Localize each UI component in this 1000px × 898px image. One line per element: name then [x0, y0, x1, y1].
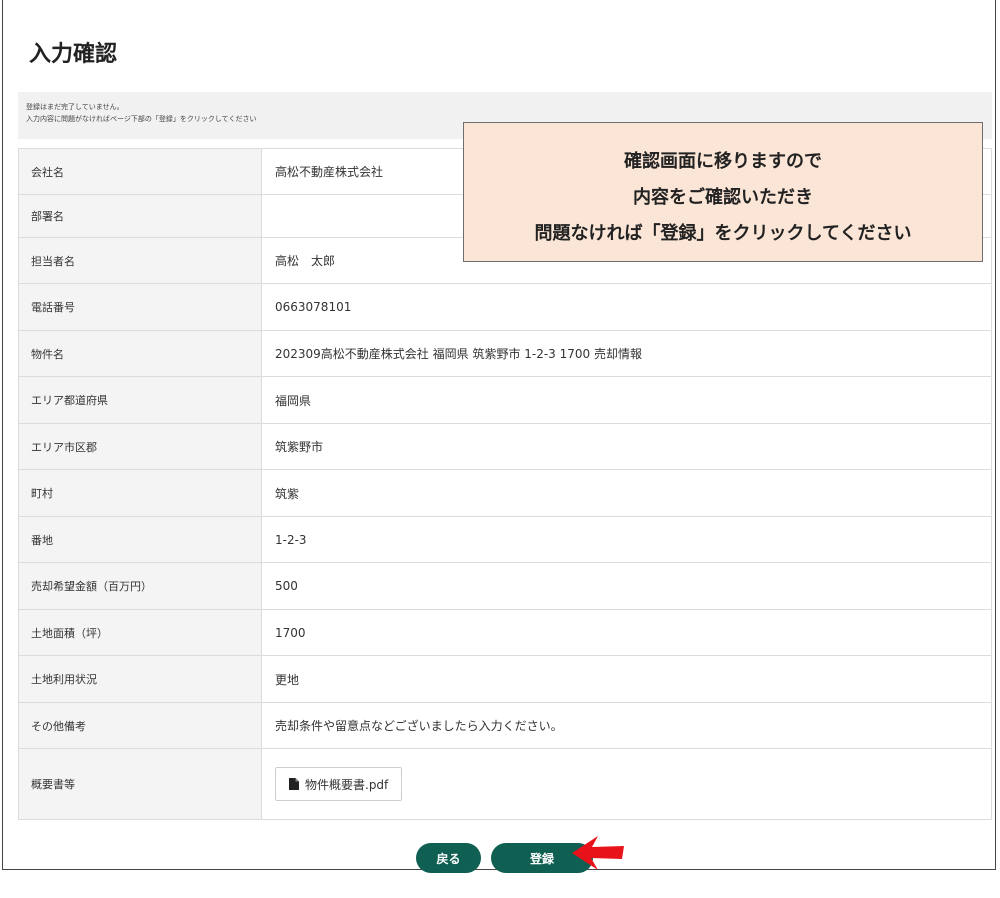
- field-label: 会社名: [19, 149, 262, 194]
- field-value: 筑紫: [275, 486, 300, 501]
- row-land-use: 土地利用状況 更地: [19, 656, 991, 703]
- instruction-callout: 確認画面に移りますので 内容をご確認いただき 問題なければ「登録」をクリックして…: [463, 122, 983, 262]
- row-desired-price: 売却希望金額（百万円） 500: [19, 563, 991, 610]
- back-button[interactable]: 戻る: [416, 843, 481, 873]
- field-label: 番地: [19, 517, 262, 562]
- field-label: 土地利用状況: [19, 656, 262, 702]
- field-value: 更地: [275, 672, 300, 687]
- row-remarks: その他備考 売却条件や留意点などございましたら入力ください。: [19, 703, 991, 749]
- field-value: 1-2-3: [275, 532, 307, 547]
- field-label: 担当者名: [19, 238, 262, 283]
- field-value: 売却条件や留意点などございましたら入力ください。: [275, 719, 563, 733]
- field-value: 物件概要書.pdf: [262, 749, 991, 819]
- row-attachment: 概要書等 物件概要書.pdf: [19, 749, 991, 820]
- row-land-area: 土地面積（坪） 1700: [19, 610, 991, 656]
- field-label: 概要書等: [19, 749, 262, 819]
- callout-line: 内容をご確認いただき: [633, 187, 813, 208]
- red-arrow-pointer: [572, 836, 624, 870]
- callout-line: 確認画面に移りますので: [624, 151, 822, 172]
- field-label: 電話番号: [19, 284, 262, 330]
- file-icon: [289, 778, 299, 790]
- field-label: 部署名: [19, 195, 262, 237]
- row-property-name: 物件名 202309高松不動産株式会社 福岡県 筑紫野市 1-2-3 1700 …: [19, 331, 991, 377]
- row-prefecture: エリア都道府県 福岡県: [19, 377, 991, 424]
- field-value: 202309高松不動産株式会社 福岡県 筑紫野市 1-2-3 1700 売却情報: [275, 347, 642, 361]
- field-value: 500: [275, 579, 298, 593]
- row-phone: 電話番号 0663078101: [19, 284, 991, 331]
- field-value: 1700: [275, 625, 306, 640]
- field-value: 0663078101: [275, 300, 352, 314]
- row-city: エリア市区郡 筑紫野市: [19, 424, 991, 470]
- row-town: 町村 筑紫: [19, 470, 991, 517]
- field-label: 売却希望金額（百万円）: [19, 563, 262, 609]
- attachment-file-button[interactable]: 物件概要書.pdf: [275, 767, 403, 801]
- field-label: エリア市区郡: [19, 424, 262, 469]
- field-label: 町村: [19, 470, 262, 516]
- page-title: 入力確認: [29, 42, 118, 67]
- field-label: 土地面積（坪）: [19, 610, 262, 655]
- callout-line: 問題なければ「登録」をクリックしてください: [534, 223, 912, 244]
- field-value: 筑紫野市: [275, 440, 324, 454]
- row-address-number: 番地 1-2-3: [19, 517, 991, 563]
- field-label: その他備考: [19, 703, 262, 748]
- field-label: エリア都道府県: [19, 377, 262, 423]
- notice-line: 登録はまだ完了していません。: [26, 103, 124, 111]
- field-value: 福岡県: [275, 393, 312, 408]
- attachment-file-name: 物件概要書.pdf: [305, 777, 389, 792]
- field-label: 物件名: [19, 331, 262, 376]
